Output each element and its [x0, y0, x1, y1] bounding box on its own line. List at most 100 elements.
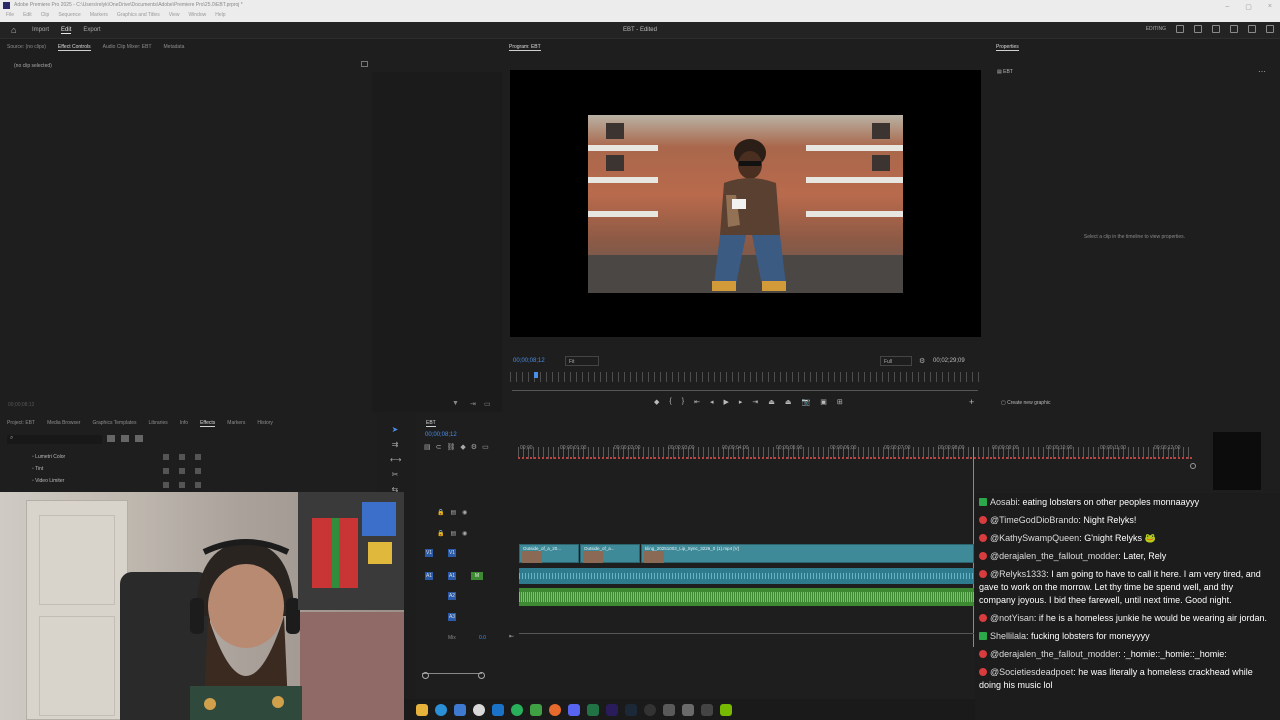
tab-effect-controls[interactable]: Effect Controls: [57, 44, 91, 51]
app-icon[interactable]: [663, 703, 675, 716]
minimize-icon[interactable]: –: [1225, 3, 1229, 11]
spotify-icon[interactable]: [511, 703, 523, 716]
more-options-icon[interactable]: ⋯: [1258, 67, 1266, 76]
multi-cam-icon[interactable]: ⊞: [837, 398, 843, 406]
tab-properties[interactable]: Properties: [996, 44, 1019, 51]
wrench-icon[interactable]: ⚙: [471, 443, 477, 451]
step-back-icon[interactable]: ◂: [710, 398, 714, 406]
quality-dropdown[interactable]: Full: [880, 356, 912, 366]
quick-export-icon[interactable]: [1194, 25, 1202, 33]
tab-libraries[interactable]: Libraries: [149, 420, 168, 427]
maximize-icon[interactable]: ▢: [1245, 3, 1252, 11]
razor-tool-icon[interactable]: ✂: [390, 470, 400, 479]
tab-program[interactable]: Program: EBT: [509, 44, 541, 51]
program-timecode[interactable]: 00;00;08;12: [513, 358, 545, 364]
mute-a1-button[interactable]: M: [471, 572, 483, 580]
workspaces-icon[interactable]: [1176, 25, 1184, 33]
menu-window[interactable]: Window: [188, 12, 206, 18]
progress-icon[interactable]: [1212, 25, 1220, 33]
close-icon[interactable]: ×: [1268, 3, 1272, 11]
mark-in-icon[interactable]: {: [669, 398, 671, 406]
tab-markers[interactable]: Markers: [227, 420, 245, 427]
captions-icon[interactable]: ▭: [482, 443, 489, 451]
track-a1[interactable]: A1: [448, 572, 456, 580]
program-scrubber[interactable]: [510, 372, 980, 382]
excel-icon[interactable]: [587, 703, 599, 716]
effect-item[interactable]: ▫ Video Limiter: [32, 478, 64, 484]
discord-icon[interactable]: [568, 703, 580, 716]
zoom-bar[interactable]: [512, 390, 978, 391]
export-frame-icon[interactable]: ⇥: [470, 400, 476, 408]
menu-clip[interactable]: Clip: [41, 12, 50, 18]
firefox-icon[interactable]: [549, 703, 561, 716]
lock-icon[interactable]: 🔒: [437, 509, 444, 516]
premiere-icon[interactable]: [606, 703, 618, 716]
video-clip[interactable]: Outside_of_a...: [580, 544, 640, 563]
play-icon[interactable]: ▶: [723, 398, 728, 406]
sync-icon[interactable]: ▤: [450, 530, 456, 537]
edge-icon[interactable]: [435, 703, 447, 716]
menu-help[interactable]: Help: [215, 12, 225, 18]
effect-item[interactable]: ▫ Tint: [32, 466, 43, 472]
yuv-effects-icon[interactable]: [135, 435, 143, 442]
add-marker-icon[interactable]: ◆: [460, 443, 465, 451]
mark-out-icon[interactable]: }: [682, 398, 684, 406]
app-icon[interactable]: [682, 703, 694, 716]
workspace-label[interactable]: EDITING: [1146, 26, 1166, 32]
video-clip[interactable]: Outside_of_a_20...: [519, 544, 579, 563]
button-editor-icon[interactable]: +: [969, 397, 974, 407]
wrench-icon[interactable]: ⚙: [919, 357, 925, 365]
mix-value[interactable]: 0.0: [479, 635, 486, 641]
source-patch-v1[interactable]: V1: [425, 549, 433, 557]
lock-icon[interactable]: 🔒: [437, 530, 444, 537]
linked-selection-icon[interactable]: ⛓: [447, 443, 456, 451]
folder-icon[interactable]: [416, 703, 428, 716]
nest-icon[interactable]: ▤: [424, 443, 431, 451]
extract-icon[interactable]: ⏏: [785, 398, 792, 406]
panel-expand-icon[interactable]: [361, 61, 368, 67]
fullscreen-icon[interactable]: [1266, 25, 1274, 33]
tab-graphics-templates[interactable]: Graphics Templates: [92, 420, 136, 427]
program-playhead[interactable]: [534, 372, 538, 378]
tab-effects[interactable]: Effects: [200, 420, 216, 427]
track-v1[interactable]: V1: [448, 549, 456, 557]
export-frame-icon[interactable]: 📷: [802, 398, 811, 406]
video-clip[interactable]: kling_20251003_Lip_Sync_3226_0 (1).mp4 […: [641, 544, 974, 563]
nvidia-icon[interactable]: [720, 703, 732, 716]
explorer-icon[interactable]: [454, 703, 466, 716]
add-marker-icon[interactable]: ◆: [654, 398, 659, 406]
tab-audio-clip-mixer[interactable]: Audio Clip Mixer: EBT: [103, 44, 152, 51]
compare-icon[interactable]: ▣: [820, 398, 827, 406]
eye-icon[interactable]: ◉: [462, 530, 467, 537]
audio-clip-a2[interactable]: [519, 588, 974, 606]
obs-icon[interactable]: [644, 703, 656, 716]
track-a3[interactable]: A3: [448, 613, 456, 621]
effects-search-input[interactable]: ⌕: [7, 435, 102, 444]
chrome-icon[interactable]: [473, 703, 485, 716]
source-patch-a1[interactable]: A1: [425, 572, 433, 580]
clip-icon[interactable]: ▭: [484, 400, 491, 408]
create-graphic-button[interactable]: ▢ Create new graphic: [1001, 400, 1050, 406]
track-a2[interactable]: A2: [448, 592, 456, 600]
lift-icon[interactable]: ⏏: [768, 398, 775, 406]
scroll-handle-left[interactable]: [422, 672, 429, 679]
mail-icon[interactable]: [492, 703, 504, 716]
eye-icon[interactable]: ◉: [462, 509, 467, 516]
sync-icon[interactable]: ▤: [450, 509, 456, 516]
menu-file[interactable]: File: [6, 12, 14, 18]
go-to-out-icon[interactable]: ⇥: [752, 398, 758, 406]
filter-icon[interactable]: ▼: [452, 400, 459, 407]
audio-clip-a1[interactable]: [519, 568, 974, 584]
tab-media-browser[interactable]: Media Browser: [47, 420, 80, 427]
tab-info[interactable]: Info: [180, 420, 188, 427]
fit-dropdown[interactable]: Fit: [565, 356, 599, 366]
ripple-edit-icon[interactable]: ⟷: [390, 455, 401, 464]
go-to-in-icon[interactable]: ⇤: [694, 398, 700, 406]
menu-edit[interactable]: Edit: [23, 12, 32, 18]
tab-source[interactable]: Source: (no clips): [7, 44, 46, 51]
menu-graphics[interactable]: Graphics and Titles: [117, 12, 160, 18]
scroll-handle-right[interactable]: [478, 672, 485, 679]
32bit-effects-icon[interactable]: [121, 435, 129, 442]
timeline-timecode[interactable]: 00;00;08;12: [425, 432, 457, 438]
feedback-icon[interactable]: [1230, 25, 1238, 33]
